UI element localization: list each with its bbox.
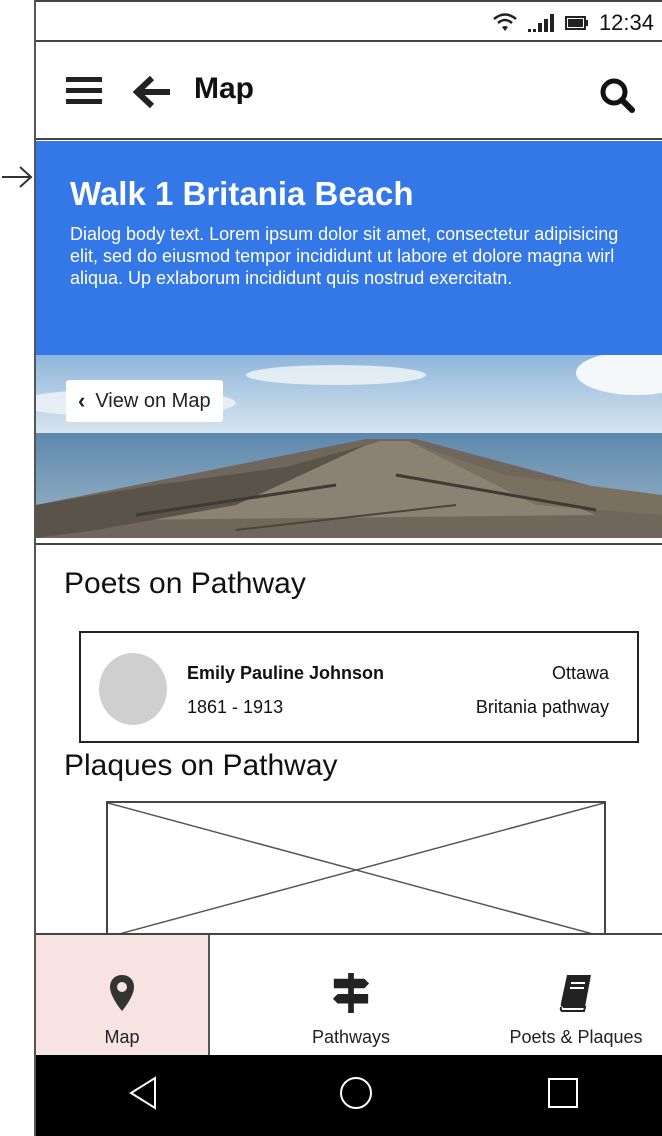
- battery-icon: [564, 16, 588, 30]
- signpost-icon: [332, 973, 370, 1013]
- system-navigation-bar: [36, 1055, 662, 1136]
- back-arrow-icon[interactable]: [132, 74, 172, 110]
- annotation-arrow-icon: [2, 166, 33, 188]
- system-back-icon[interactable]: [128, 1075, 158, 1111]
- avatar: [99, 653, 167, 725]
- status-time: 12:34: [598, 10, 654, 35]
- walk-description: Dialog body text. Lorem ipsum dolor sit …: [70, 224, 619, 288]
- system-recents-icon[interactable]: [546, 1075, 580, 1111]
- nav-label-poets-plaques: Poets & Plaques: [509, 1027, 643, 1047]
- signal-icon: [527, 14, 554, 32]
- walk-title: Walk 1 Britania Beach: [70, 175, 414, 212]
- nav-item-poets-plaques[interactable]: Poets & Plaques: [490, 935, 662, 1055]
- nav-label-pathways: Pathways: [311, 1027, 391, 1047]
- status-bar: 12:34: [36, 0, 662, 42]
- chevron-left-icon: ‹: [78, 388, 86, 413]
- nav-item-pathways[interactable]: Pathways: [212, 935, 490, 1055]
- poet-pathway: Britania pathway: [475, 697, 609, 717]
- walk-header: Walk 1 Britania Beach Dialog body text. …: [36, 141, 662, 355]
- poet-city: Ottawa: [551, 663, 609, 683]
- nav-item-map[interactable]: Map: [36, 935, 210, 1055]
- plaque-image-placeholder[interactable]: [106, 801, 606, 937]
- page-title: Map: [194, 72, 254, 105]
- menu-icon[interactable]: [66, 76, 102, 106]
- bottom-navigation: Map Pathways Poets & Plaques: [36, 933, 662, 1055]
- main-content: Poets on Pathway Emily Pauline Johnson 1…: [36, 543, 662, 937]
- map-pin-icon: [110, 975, 134, 1011]
- book-icon: [559, 975, 591, 1012]
- app-bar: Map: [36, 42, 662, 140]
- beach-photo: ‹ View on Map: [36, 355, 662, 538]
- poet-card[interactable]: Emily Pauline Johnson 1861 - 1913 Ottawa…: [79, 631, 639, 743]
- poet-name: Emily Pauline Johnson: [187, 663, 385, 683]
- view-on-map-button[interactable]: ‹ View on Map: [66, 380, 223, 422]
- system-home-icon[interactable]: [338, 1075, 374, 1111]
- wifi-icon: [493, 13, 517, 31]
- poet-years: 1861 - 1913: [187, 697, 284, 717]
- search-icon[interactable]: [598, 76, 636, 114]
- poets-section-heading: Poets on Pathway: [64, 567, 306, 600]
- view-on-map-label: View on Map: [95, 389, 211, 412]
- plaques-section-heading: Plaques on Pathway: [64, 749, 338, 782]
- nav-label-map: Map: [104, 1027, 140, 1047]
